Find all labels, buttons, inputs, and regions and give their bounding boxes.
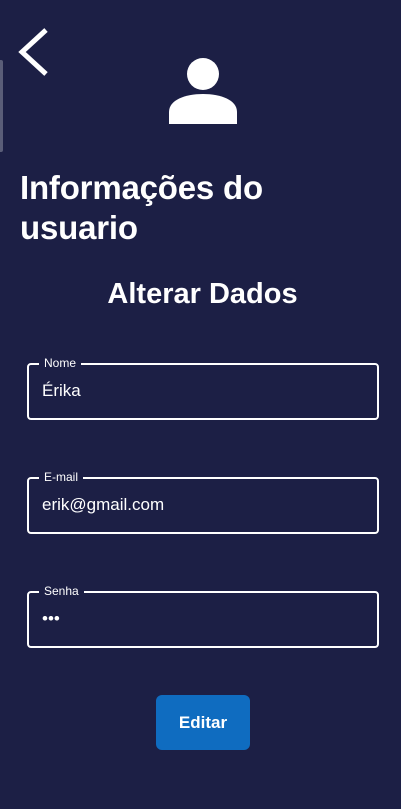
password-field[interactable]: Senha xyxy=(27,583,379,648)
email-input[interactable] xyxy=(42,493,362,517)
user-icon xyxy=(169,58,237,124)
email-field[interactable]: E-mail xyxy=(27,469,379,534)
email-field-label: E-mail xyxy=(39,469,84,485)
name-field[interactable]: Nome xyxy=(27,355,379,420)
scroll-indicator xyxy=(0,60,3,152)
name-field-label: Nome xyxy=(39,355,82,371)
back-button[interactable] xyxy=(12,24,60,80)
section-title: Alterar Dados xyxy=(107,278,298,310)
profile-screen: { "header": { "back_icon": "chevron-left… xyxy=(0,0,401,809)
chevron-left-icon xyxy=(18,28,48,76)
password-field-label: Senha xyxy=(39,583,84,599)
password-input[interactable] xyxy=(42,607,362,631)
name-input[interactable] xyxy=(42,379,362,403)
page-title: Informações do usuario xyxy=(20,169,263,246)
edit-button[interactable]: Editar xyxy=(156,695,250,750)
